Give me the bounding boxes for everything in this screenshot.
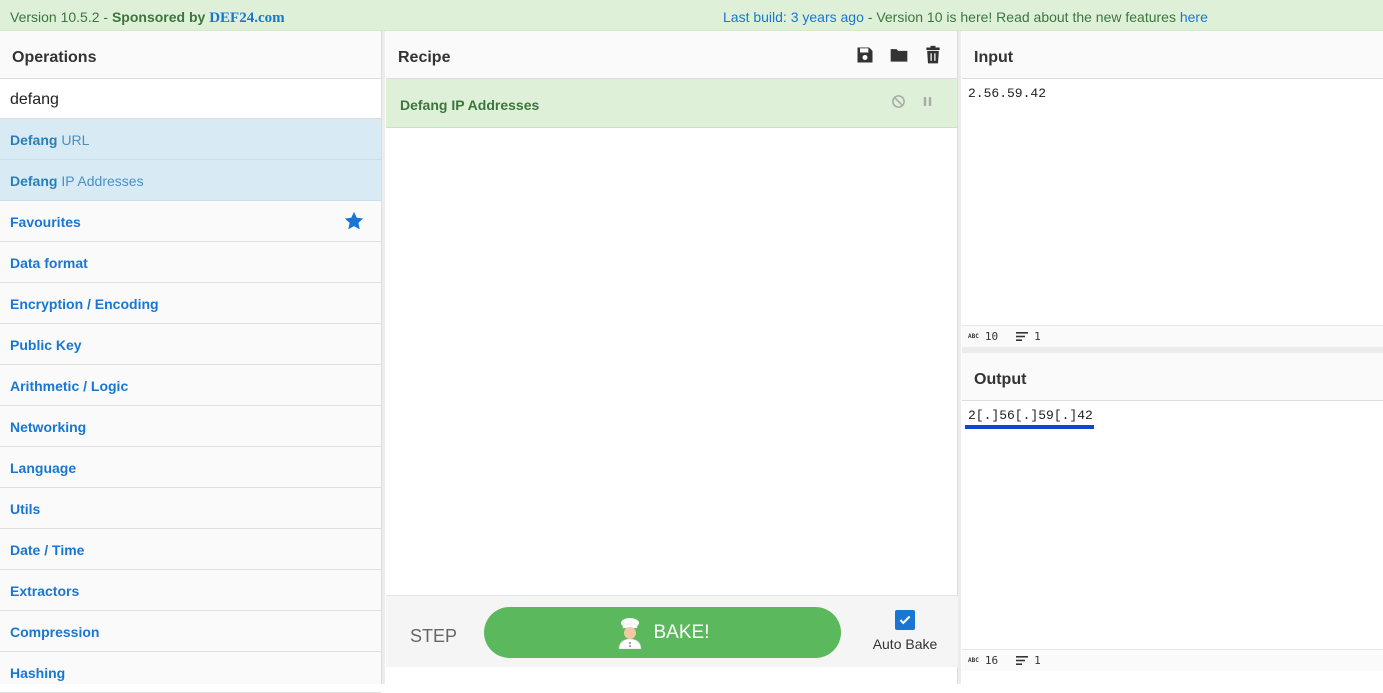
io-panel: Input 2.56.59.42 ABC 10 1 Output 2[.]56[… (962, 31, 1383, 684)
category-compression[interactable]: Compression (0, 611, 381, 652)
bake-button[interactable]: BAKE! (484, 607, 841, 658)
category-label: Encryption / Encoding (10, 296, 159, 312)
search-result-defang-url[interactable]: Defang URL (0, 119, 381, 160)
auto-bake-label: Auto Bake (872, 636, 938, 652)
length-icon: ABC (968, 333, 979, 340)
folder-icon[interactable] (889, 45, 909, 65)
category-arithmetic-logic[interactable]: Arithmetic / Logic (0, 365, 381, 406)
input-text[interactable]: 2.56.59.42 (962, 79, 1383, 108)
category-label: Date / Time (10, 542, 85, 558)
category-label: Arithmetic / Logic (10, 378, 129, 394)
search-input[interactable]: defang (0, 79, 381, 119)
lines-icon (1016, 332, 1029, 341)
input-lines: 1 (1034, 330, 1041, 343)
bake-bar: STEP BAKE! Auto Bake (386, 595, 958, 667)
recipe-title: Recipe (398, 49, 451, 66)
category-label: Hashing (10, 665, 66, 681)
input-area[interactable]: 2.56.59.42 (962, 79, 1383, 325)
recipe-toolbar (855, 45, 943, 65)
output-selection-underline (965, 425, 1094, 429)
column-resizer-right[interactable] (958, 31, 961, 684)
category-public-key[interactable]: Public Key (0, 324, 381, 365)
sponsored-by-label: Sponsored by (111, 9, 210, 25)
step-button[interactable]: STEP (410, 626, 457, 647)
lines-icon (1016, 656, 1029, 665)
save-icon[interactable] (855, 45, 875, 65)
news-label: Version 10 is here! Read about the new f… (876, 9, 1180, 25)
chef-icon (618, 617, 641, 649)
trash-icon[interactable] (923, 45, 943, 65)
input-title: Input (962, 31, 1383, 79)
category-label: Data format (10, 255, 88, 271)
recipe-operation[interactable]: Defang IP Addresses (386, 79, 957, 128)
category-label: Language (10, 460, 77, 476)
recipe-header: Recipe (386, 31, 957, 79)
disable-icon[interactable] (891, 94, 906, 109)
category-date-time[interactable]: Date / Time (0, 529, 381, 570)
result-rest: URL (57, 132, 90, 148)
output-length: 16 (984, 654, 999, 667)
here-link[interactable]: here (1180, 9, 1208, 25)
banner-separator-2: - (863, 9, 877, 25)
input-status-bar: ABC 10 1 (962, 325, 1383, 347)
banner-left: Version 10.5.2 - Sponsored by DEF24.com (10, 9, 285, 27)
auto-bake-toggle[interactable]: Auto Bake (872, 610, 938, 652)
last-build-label: Last build: 3 years ago (723, 9, 864, 25)
input-length: 10 (984, 330, 999, 343)
result-match: Defang (10, 173, 58, 189)
category-label: Favourites (10, 214, 81, 230)
check-icon (899, 615, 911, 625)
recipe-panel: Recipe Defang IP Addresses STEP BAKE! Au… (386, 31, 958, 684)
top-banner: Version 10.5.2 - Sponsored by DEF24.com … (0, 0, 1383, 31)
output-area[interactable]: 2[.]56[.]59[.]42 (962, 401, 1383, 649)
recipe-operation-name: Defang IP Addresses (400, 97, 540, 113)
banner-separator: - (99, 9, 112, 25)
recipe-operation-controls (891, 94, 935, 109)
category-hashing[interactable]: Hashing (0, 652, 381, 693)
result-rest: IP Addresses (57, 173, 144, 189)
operations-panel: Operations defang Defang URL Defang IP A… (0, 31, 382, 693)
search-result-defang-ip[interactable]: Defang IP Addresses (0, 160, 381, 201)
operations-title: Operations (0, 31, 381, 79)
auto-bake-checkbox[interactable] (895, 610, 915, 630)
bake-label: BAKE! (653, 621, 710, 643)
category-label: Public Key (10, 337, 82, 353)
pause-icon[interactable] (920, 94, 935, 109)
banner-right: Last build: 3 years ago - Version 10 is … (723, 9, 1208, 25)
sponsor-link[interactable]: DEF24.com (209, 10, 284, 26)
category-data-format[interactable]: Data format (0, 242, 381, 283)
category-favourites[interactable]: Favourites (0, 201, 381, 242)
column-resizer-left[interactable] (382, 31, 385, 684)
category-networking[interactable]: Networking (0, 406, 381, 447)
result-match: Defang (10, 132, 58, 148)
category-extractors[interactable]: Extractors (0, 570, 381, 611)
category-label: Extractors (10, 583, 80, 599)
star-icon (344, 211, 364, 230)
version-label: Version 10.5.2 (10, 9, 100, 25)
category-language[interactable]: Language (0, 447, 381, 488)
category-label: Utils (10, 501, 41, 517)
category-utils[interactable]: Utils (0, 488, 381, 529)
category-label: Compression (10, 624, 100, 640)
category-encryption-encoding[interactable]: Encryption / Encoding (0, 283, 381, 324)
output-title: Output (962, 353, 1383, 401)
length-icon: ABC (968, 657, 979, 664)
category-label: Networking (10, 419, 87, 435)
output-status-bar: ABC 16 1 (962, 649, 1383, 671)
output-lines: 1 (1034, 654, 1041, 667)
